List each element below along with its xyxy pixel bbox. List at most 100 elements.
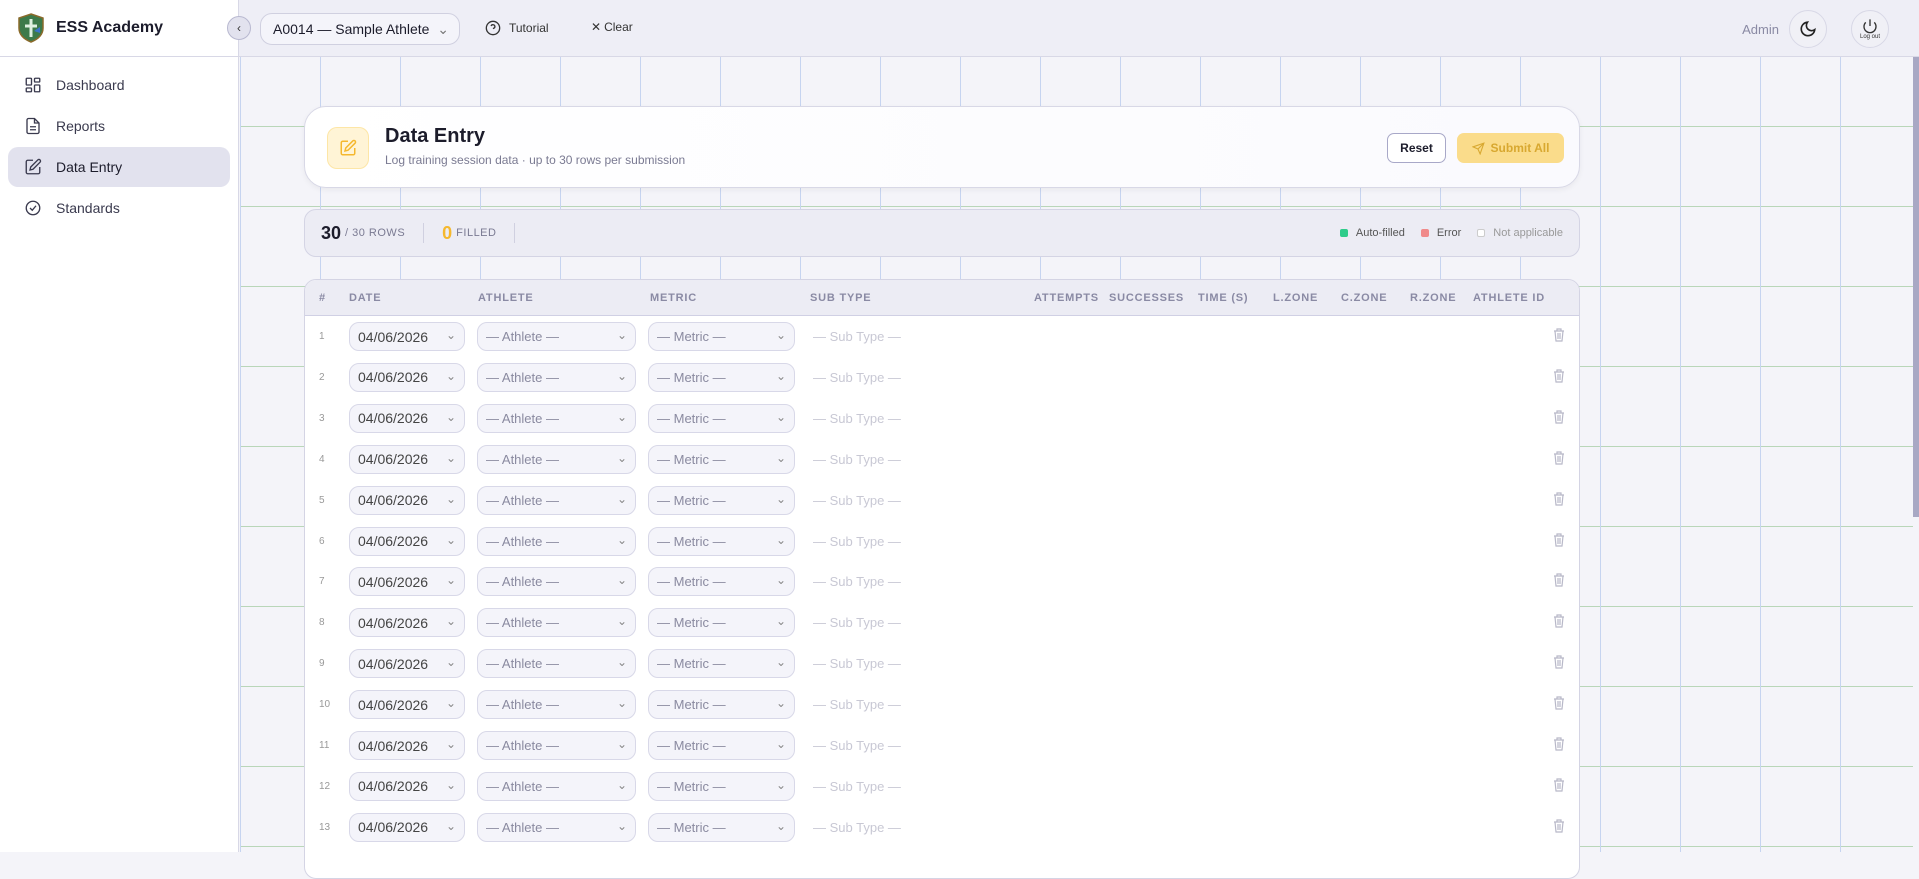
delete-row-button[interactable] xyxy=(1553,532,1565,552)
metric-select[interactable]: — Metric — ⌄ xyxy=(648,771,795,801)
metric-select[interactable]: — Metric — ⌄ xyxy=(648,567,795,597)
athlete-select[interactable]: — Athlete — ⌄ xyxy=(477,526,636,556)
submit-label: Submit All xyxy=(1490,141,1550,155)
metric-select[interactable]: — Metric — ⌄ xyxy=(648,485,795,515)
date-select[interactable]: 04/06/2026 ⌄ xyxy=(349,649,465,679)
date-select[interactable]: 04/06/2026 ⌄ xyxy=(349,485,465,515)
chevron-down-icon: ⌄ xyxy=(775,532,786,547)
collapse-sidebar-button[interactable]: ‹ xyxy=(227,16,251,40)
athlete-select[interactable]: — Athlete — ⌄ xyxy=(477,771,636,801)
sidebar-item-standards[interactable]: Standards xyxy=(8,188,230,228)
athlete-select[interactable]: — Athlete — ⌄ xyxy=(477,403,636,433)
filled-label: FILLED xyxy=(456,227,497,239)
metric-select[interactable]: — Metric — ⌄ xyxy=(648,526,795,556)
athlete-placeholder: — Athlete — xyxy=(486,492,559,508)
chevron-down-icon: ⌄ xyxy=(445,696,456,711)
delete-row-button[interactable] xyxy=(1553,491,1565,511)
data-entry-table: # DATE ATHLETE METRIC SUB TYPE ATTEMPTS … xyxy=(304,279,1580,879)
date-select[interactable]: 04/06/2026 ⌄ xyxy=(349,771,465,801)
dark-mode-toggle[interactable] xyxy=(1789,10,1827,48)
athlete-select[interactable]: — Athlete — ⌄ xyxy=(477,731,636,760)
chevron-down-icon: ⌄ xyxy=(437,20,449,37)
clear-label: Clear xyxy=(604,20,633,34)
chevron-down-icon: ⌄ xyxy=(445,573,456,588)
delete-row-button[interactable] xyxy=(1553,737,1565,756)
date-select[interactable]: 04/06/2026 ⌄ xyxy=(349,444,465,474)
date-select[interactable]: 04/06/2026 ⌄ xyxy=(349,690,465,720)
clear-button[interactable]: ✕ Clear xyxy=(591,20,633,34)
athlete-select[interactable]: — Athlete — ⌄ xyxy=(477,608,636,638)
athlete-select[interactable]: — Athlete — ⌄ xyxy=(477,649,636,679)
table-row: 1 04/06/2026 ⌄ — Athlete — ⌄ — Metric — ⌄ —… xyxy=(305,316,1579,357)
trash-icon xyxy=(1554,778,1564,792)
date-select[interactable]: 04/06/2026 ⌄ xyxy=(349,403,465,433)
date-select[interactable]: 04/06/2026 ⌄ xyxy=(349,526,465,556)
athlete-select[interactable]: — Athlete — ⌄ xyxy=(477,444,636,474)
date-select[interactable]: 04/06/2026 ⌄ xyxy=(349,322,465,351)
chevron-down-icon: ⌄ xyxy=(775,450,786,465)
metric-select[interactable]: — Metric — ⌄ xyxy=(648,690,795,720)
date-select[interactable]: 04/06/2026 ⌄ xyxy=(349,362,465,392)
delete-row-button[interactable] xyxy=(1553,451,1565,470)
metric-select[interactable]: — Metric — ⌄ xyxy=(648,403,795,433)
row-number: 11 xyxy=(319,740,330,751)
chevron-down-icon: ⌄ xyxy=(616,328,627,342)
metric-placeholder: — Metric — xyxy=(657,574,726,590)
delete-row-button[interactable] xyxy=(1553,410,1565,429)
delete-row-button[interactable] xyxy=(1553,614,1565,633)
metric-select[interactable]: — Metric — ⌄ xyxy=(648,322,795,351)
sub-type-placeholder: — Sub Type — xyxy=(813,697,901,713)
sidebar-item-data-entry[interactable]: Data Entry xyxy=(8,147,230,187)
logout-button[interactable]: Log out xyxy=(1851,10,1889,48)
date-value: 04/06/2026 xyxy=(358,737,429,754)
trash-icon xyxy=(1554,614,1564,628)
tutorial-button[interactable]: Tutorial xyxy=(485,20,549,36)
metric-placeholder: — Metric — xyxy=(657,615,726,631)
reset-button[interactable]: Reset xyxy=(1387,133,1446,163)
chevron-down-icon: ⌄ xyxy=(616,491,627,506)
athlete-select[interactable]: — Athlete — ⌄ xyxy=(477,485,636,515)
metric-select[interactable]: — Metric — ⌄ xyxy=(648,812,795,842)
chevron-down-icon: ⌄ xyxy=(775,368,786,383)
row-number: 5 xyxy=(319,494,325,506)
metric-select[interactable]: — Metric — ⌄ xyxy=(648,608,795,638)
date-select[interactable]: 04/06/2026 ⌄ xyxy=(349,731,465,760)
chevron-down-icon: ⌄ xyxy=(616,450,627,465)
athlete-select[interactable]: — Athlete — ⌄ xyxy=(477,362,636,392)
delete-row-button[interactable] xyxy=(1553,778,1565,797)
metric-select[interactable]: — Metric — ⌄ xyxy=(648,649,795,679)
scrollbar[interactable] xyxy=(1913,57,1919,517)
delete-row-button[interactable] xyxy=(1553,573,1565,592)
athlete-select[interactable]: — Athlete — ⌄ xyxy=(477,322,636,351)
date-select[interactable]: 04/06/2026 ⌄ xyxy=(349,567,465,597)
athlete-select[interactable]: — Athlete — ⌄ xyxy=(477,690,636,720)
chevron-down-icon: ⌄ xyxy=(616,737,627,751)
brand[interactable]: ESS Academy xyxy=(0,0,238,57)
metric-select[interactable]: — Metric — ⌄ xyxy=(648,731,795,760)
athlete-select[interactable]: A0014 — Sample Athlete ⌄ xyxy=(260,13,460,45)
metric-select[interactable]: — Metric — ⌄ xyxy=(648,444,795,474)
metric-select[interactable]: — Metric — ⌄ xyxy=(648,362,795,392)
delete-row-button[interactable] xyxy=(1553,328,1565,347)
date-select[interactable]: 04/06/2026 ⌄ xyxy=(349,608,465,638)
filled-count: 0 xyxy=(442,222,453,243)
athlete-select[interactable]: — Athlete — ⌄ xyxy=(477,812,636,842)
table-row: 3 04/06/2026 ⌄ — Athlete — ⌄ — Metric — ⌄ —… xyxy=(305,398,1579,439)
sidebar-item-dashboard[interactable]: Dashboard xyxy=(8,65,230,105)
submit-all-button[interactable]: Submit All xyxy=(1457,133,1564,163)
delete-row-button[interactable] xyxy=(1553,655,1565,674)
athlete-select[interactable]: — Athlete — ⌄ xyxy=(477,567,636,597)
sub-type-placeholder: — Sub Type — xyxy=(813,738,901,753)
date-select[interactable]: 04/06/2026 ⌄ xyxy=(349,812,465,842)
chevron-down-icon: ⌄ xyxy=(775,573,786,588)
sidebar-item-reports[interactable]: Reports xyxy=(8,106,230,146)
athlete-placeholder: — Athlete — xyxy=(486,778,559,794)
legend-auto-filled: Auto-filled xyxy=(1339,227,1405,239)
delete-row-button[interactable] xyxy=(1553,696,1565,715)
metric-placeholder: — Metric — xyxy=(657,778,726,794)
delete-row-button[interactable] xyxy=(1553,369,1565,388)
athlete-placeholder: — Athlete — xyxy=(486,451,559,467)
sub-type-placeholder: — Sub Type — xyxy=(813,329,901,344)
delete-row-button[interactable] xyxy=(1553,819,1565,838)
chevron-down-icon: ⌄ xyxy=(775,818,786,833)
